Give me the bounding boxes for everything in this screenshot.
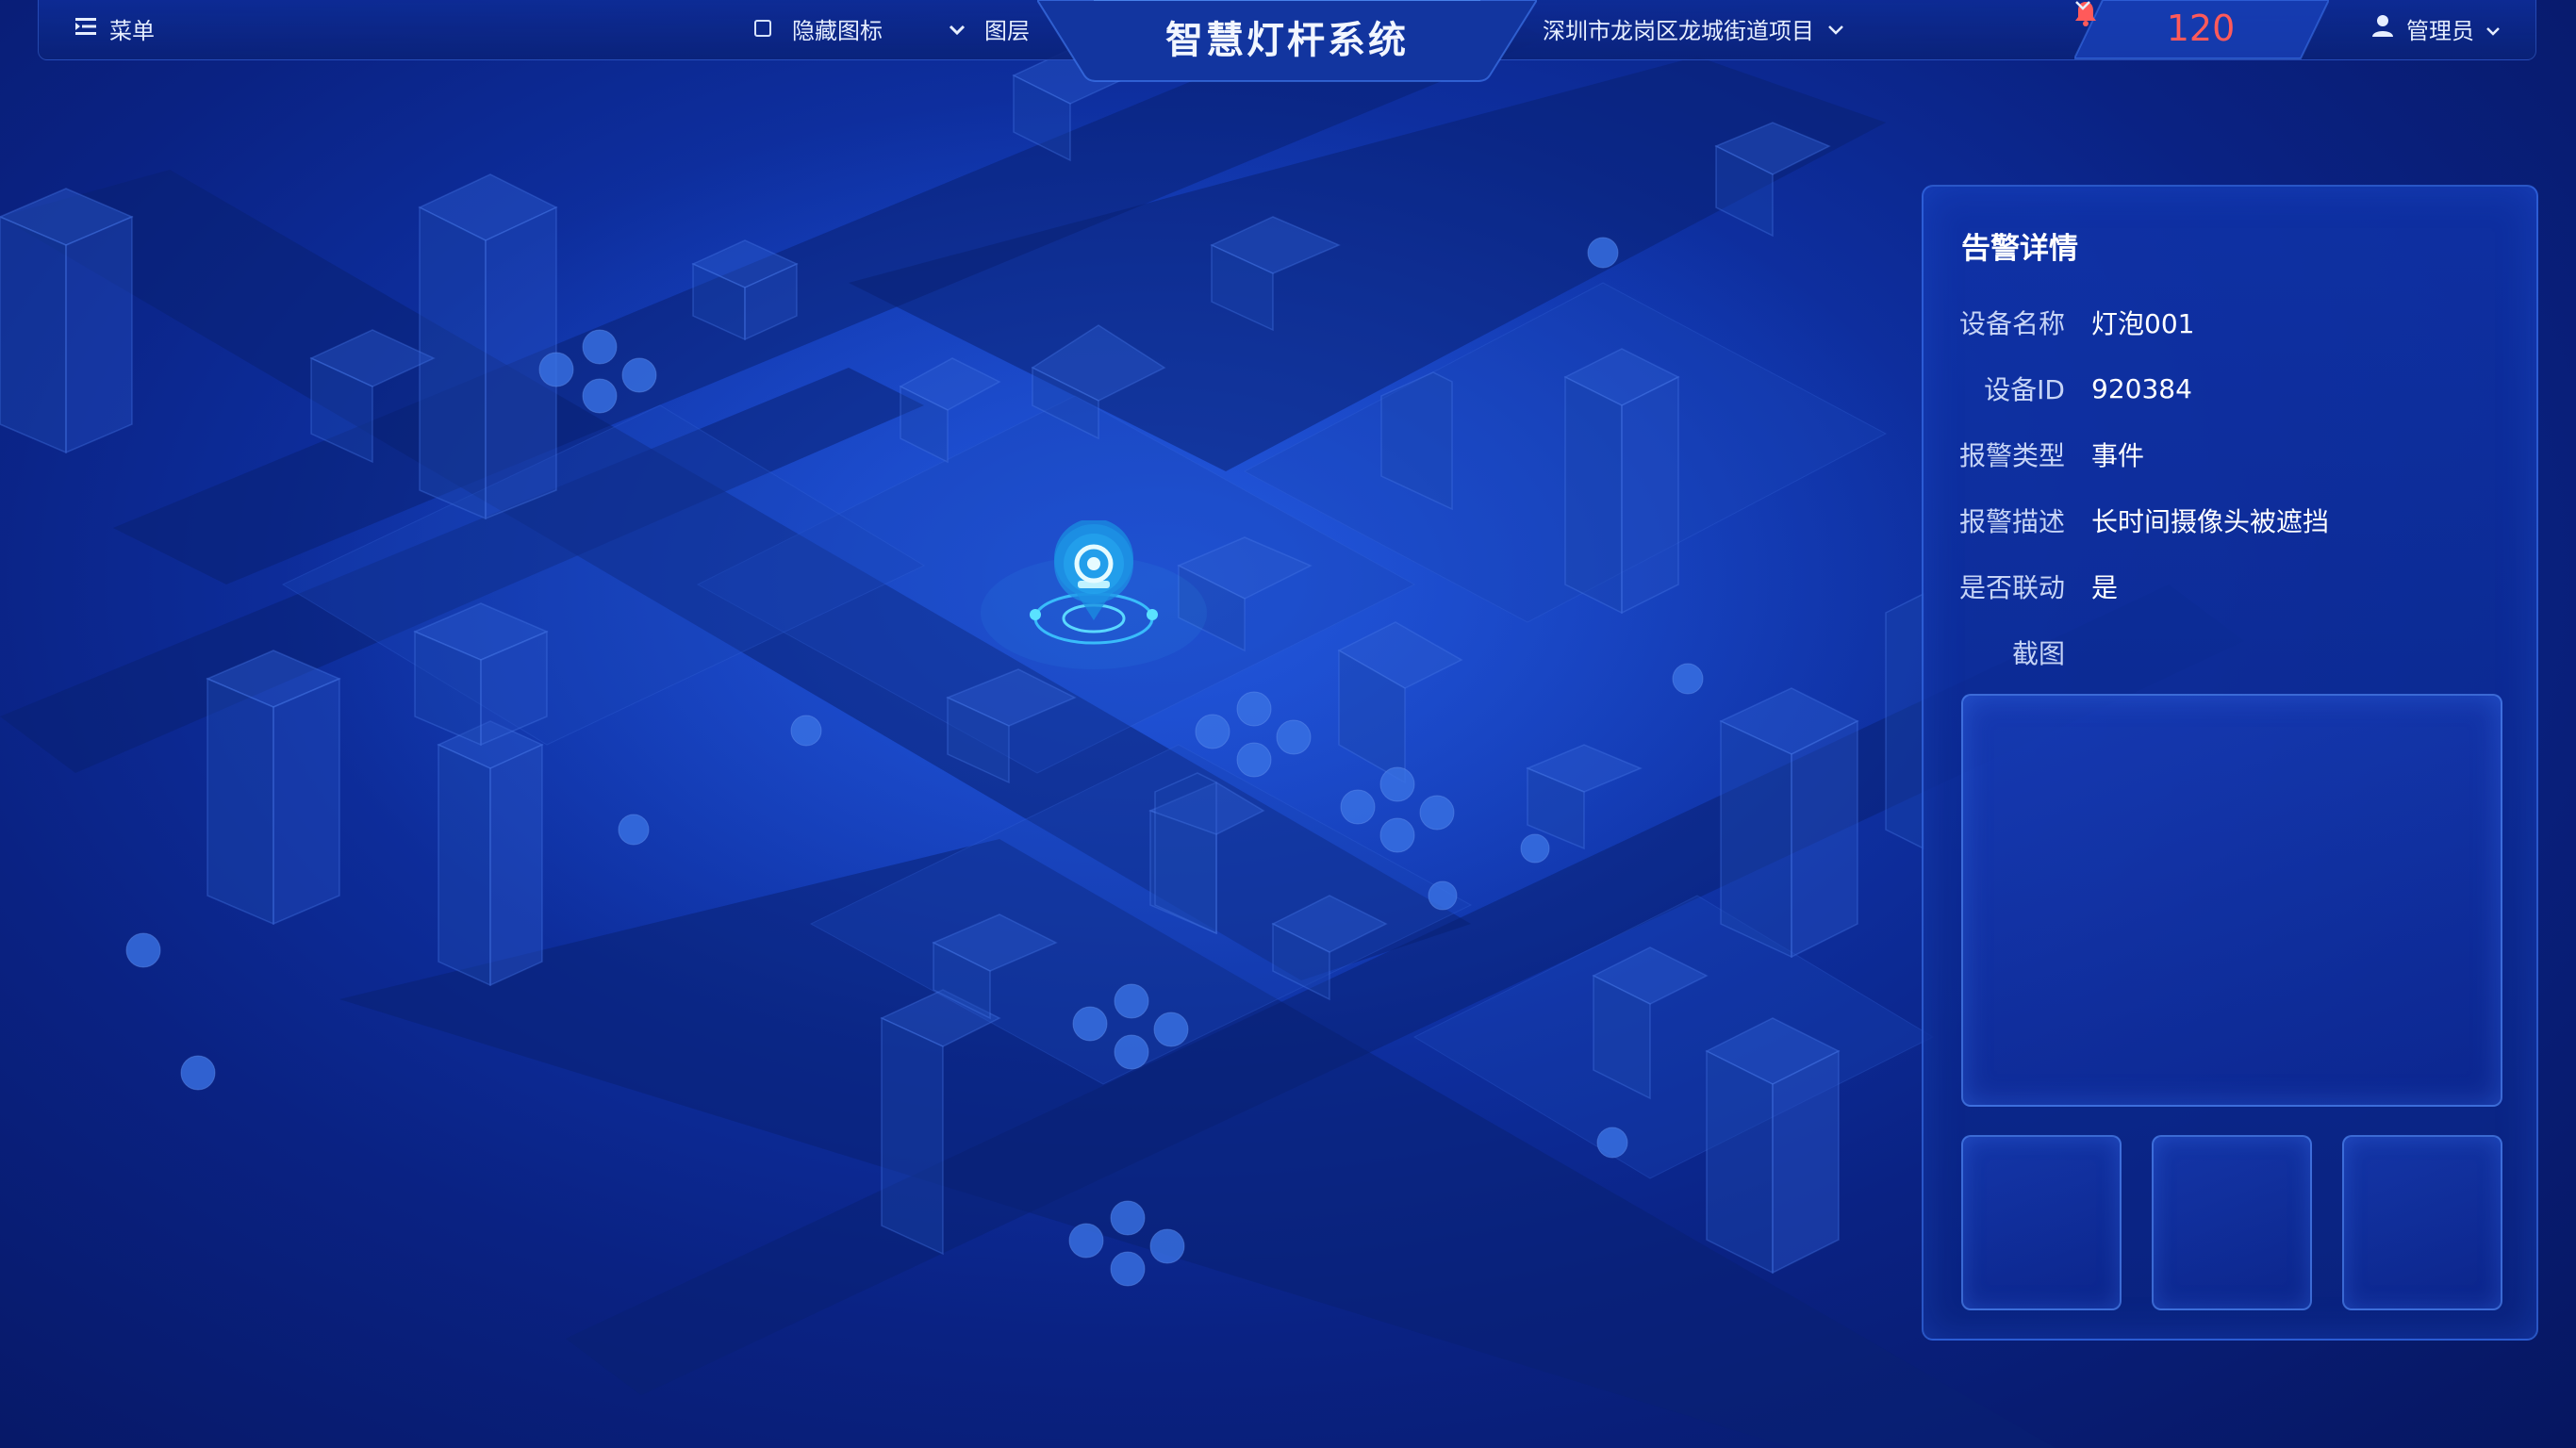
alarm-detail-panel: 告警详情 设备名称 灯泡001 设备ID 920384 报警类型 事件 报警描述… <box>1922 185 2538 1341</box>
field-label: 报警描述 <box>1958 506 2065 537</box>
field-label: 是否联动 <box>1958 572 2065 603</box>
screenshot-thumbnail[interactable] <box>1961 1135 2122 1310</box>
screenshot-label: 截图 <box>2011 638 2065 669</box>
field-linkage: 是否联动 是 <box>1924 568 2489 605</box>
field-device-id: 设备ID 920384 <box>1924 370 2489 407</box>
panel-title: 告警详情 <box>1961 232 2078 266</box>
alarm-indicator[interactable]: 120 <box>2074 0 2329 57</box>
hide-icons-checkbox[interactable] <box>754 20 771 37</box>
layers-dropdown[interactable]: 图层 <box>949 0 1030 57</box>
screenshot-thumbnail[interactable] <box>2342 1135 2502 1310</box>
menu-button[interactable]: 菜单 <box>75 0 155 57</box>
screenshot-thumbnail[interactable] <box>2152 1135 2312 1310</box>
layers-label: 图层 <box>984 17 1030 44</box>
field-label: 设备ID <box>1984 374 2065 405</box>
user-label: 管理员 <box>2406 17 2474 44</box>
field-alarm-description: 报警描述 长时间摄像头被遮挡 <box>1924 502 2489 539</box>
camera-location-icon <box>1030 518 1158 645</box>
user-menu[interactable]: 管理员 <box>2372 0 2501 57</box>
field-value: 是 <box>2091 572 2119 603</box>
chevron-down-icon <box>2485 15 2501 41</box>
project-selector[interactable]: 深圳市龙岗区龙城街道项目 <box>1543 0 1844 57</box>
app-title: 智慧灯杆系统 <box>1165 19 1409 62</box>
menu-list-icon <box>75 15 96 41</box>
hide-icons-label: 隐藏图标 <box>792 17 883 44</box>
user-icon <box>2372 14 2393 42</box>
field-value: 长时间摄像头被遮挡 <box>2091 506 2330 537</box>
project-label: 深圳市龙岗区龙城街道项目 <box>1543 17 1814 44</box>
chevron-down-icon <box>1827 15 1844 41</box>
app-stage: 菜单 隐藏图标 图层 智慧灯杆系统 深圳市龙岗区龙城街道项目 120 管理员 告… <box>0 0 2576 1448</box>
hide-icons-toggle[interactable]: 隐藏图标 <box>754 0 883 57</box>
field-label: 报警类型 <box>1958 440 2065 471</box>
chevron-down-icon <box>949 15 966 41</box>
field-label: 设备名称 <box>1958 308 2065 339</box>
field-value: 事件 <box>2091 440 2145 471</box>
menu-label: 菜单 <box>109 17 155 44</box>
field-value: 920384 <box>2091 372 2192 404</box>
title-tab: 智慧灯杆系统 <box>1037 0 1537 83</box>
field-value: 灯泡001 <box>2091 308 2195 339</box>
alarm-count: 120 <box>2166 8 2236 49</box>
field-alarm-type: 报警类型 事件 <box>1924 436 2489 473</box>
alarm-tab: 120 <box>2074 0 2329 60</box>
field-device-name: 设备名称 灯泡001 <box>1924 304 2489 341</box>
screenshot-preview[interactable] <box>1961 694 2502 1107</box>
camera-location-marker[interactable] <box>1023 518 1164 652</box>
field-screenshot: 截图 <box>1924 634 2489 671</box>
